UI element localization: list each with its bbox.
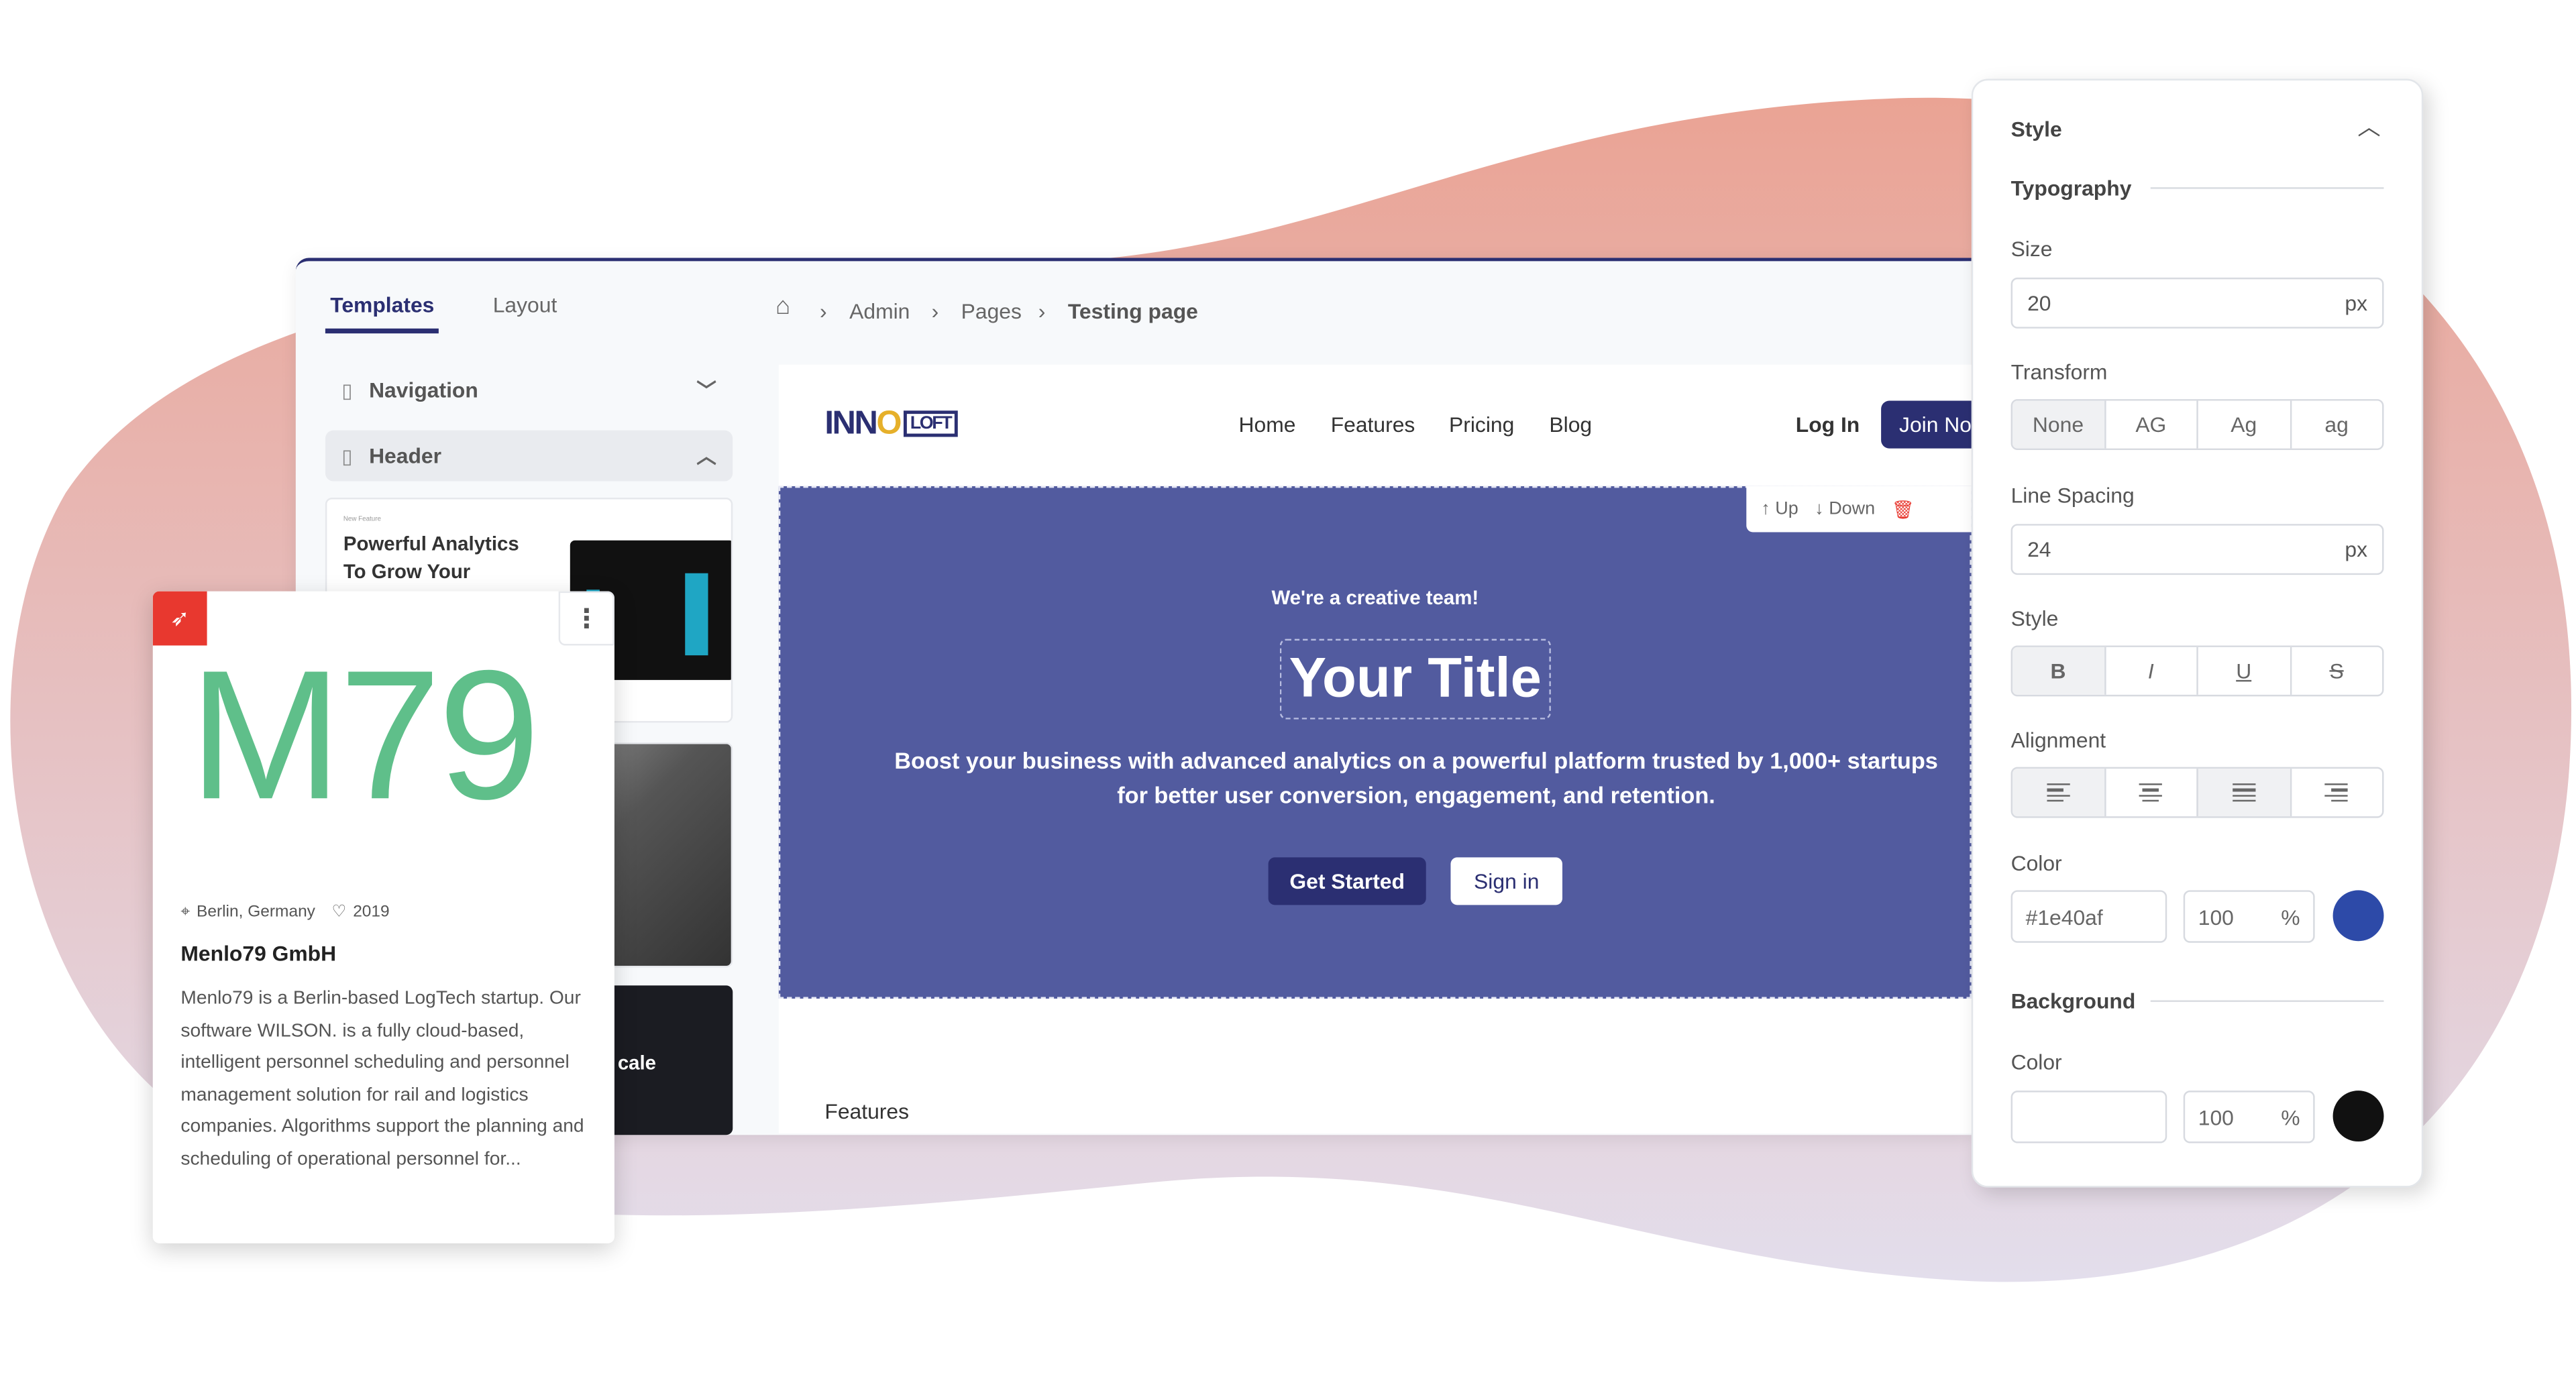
- company-card[interactable]: ➶ ⋮ M79 ⌖ Berlin, Germany ♡ 2019 Menlo79 G…: [152, 591, 614, 1243]
- section-header[interactable]: ▯ Header ︿: [325, 430, 733, 482]
- bg-color-swatch[interactable]: [2332, 1091, 2384, 1142]
- alignment-segmented: [2010, 767, 2384, 818]
- features-section-label: Features: [824, 1099, 910, 1124]
- nav-pricing[interactable]: Pricing: [1449, 412, 1514, 437]
- percent-label: %: [2281, 1104, 2300, 1129]
- company-founded: 2019: [353, 903, 390, 922]
- align-center-icon[interactable]: [2103, 769, 2196, 817]
- transform-lowercase[interactable]: ag: [2289, 400, 2382, 449]
- tab-layout[interactable]: Layout: [493, 292, 557, 317]
- join-now-button[interactable]: Join Now: [1881, 400, 1972, 449]
- down-label: Down: [1829, 499, 1876, 519]
- bg-opacity-value: 100: [2198, 1104, 2234, 1129]
- hero-section[interactable]: We're a creative team! Your Title Boost …: [778, 486, 1972, 999]
- line-spacing-label: Line Spacing: [2010, 483, 2135, 508]
- line-spacing-value: 24: [2027, 537, 2051, 562]
- active-tab-indicator: [325, 328, 439, 334]
- typography-heading: Typography: [2010, 176, 2132, 201]
- opacity-value: 100: [2198, 904, 2234, 929]
- underline-button[interactable]: U: [2196, 647, 2289, 695]
- chevron-right-icon: ›: [931, 298, 939, 324]
- panel-title: Style: [2010, 116, 2062, 142]
- tab-templates[interactable]: Templates: [330, 292, 434, 317]
- align-justify-icon[interactable]: [2196, 769, 2290, 817]
- style-panel: Style ︿ Typography Size 20 px Transform N…: [1971, 78, 2424, 1188]
- company-description: Menlo79 is a Berlin-based LogTech startu…: [180, 989, 584, 1169]
- company-location: Berlin, Germany: [196, 903, 315, 922]
- heartbeat-icon: ♡: [331, 903, 347, 922]
- section-label: Header: [369, 443, 442, 468]
- up-label: Up: [1775, 499, 1799, 519]
- hero-text: Boost your business with advanced analyt…: [894, 747, 1938, 808]
- style-segmented: B I U S: [2010, 645, 2384, 697]
- chevron-up-icon[interactable]: ︿: [2357, 110, 2380, 143]
- italic-button[interactable]: I: [2103, 647, 2196, 695]
- document-icon: ▯: [341, 444, 353, 467]
- breadcrumb-admin[interactable]: Admin: [849, 299, 910, 324]
- size-label: Size: [2010, 236, 2053, 262]
- thumbnail-title: cale: [617, 1051, 657, 1074]
- trash-icon[interactable]: 🗑: [1892, 498, 1915, 520]
- line-spacing-input[interactable]: 24 px: [2010, 524, 2384, 575]
- innoloft-logo: INNO LOFT: [824, 406, 958, 443]
- transform-uppercase[interactable]: AG: [2103, 400, 2196, 449]
- color-opacity-input[interactable]: 100%: [2183, 890, 2315, 943]
- transform-label: Transform: [2010, 359, 2108, 385]
- home-icon[interactable]: ⌂: [775, 292, 790, 321]
- get-started-button[interactable]: Get Started: [1268, 857, 1426, 905]
- location-pin-icon: ⌖: [180, 903, 191, 922]
- nav-blog[interactable]: Blog: [1549, 412, 1592, 437]
- percent-label: %: [2281, 904, 2300, 929]
- size-value: 20: [2027, 290, 2051, 316]
- chevron-down-icon[interactable]: ﹀: [696, 376, 716, 404]
- style-label: Style: [2010, 606, 2059, 631]
- section-label: Navigation: [369, 378, 478, 403]
- move-down-button[interactable]: ↓ Down: [1815, 499, 1875, 518]
- bg-color-label: Color: [2010, 1049, 2062, 1074]
- color-hex-value: #1e40af: [2025, 904, 2103, 929]
- company-meta: ⌖ Berlin, Germany ♡ 2019: [180, 903, 389, 922]
- hero-kicker: We're a creative team!: [1271, 586, 1479, 610]
- sign-in-button[interactable]: Sign in: [1450, 857, 1562, 905]
- nav-home[interactable]: Home: [1239, 412, 1296, 437]
- company-logo: M79: [189, 632, 541, 838]
- unit-label: px: [2345, 537, 2368, 562]
- chevron-up-icon[interactable]: ︿: [696, 442, 716, 470]
- document-icon: ▯: [341, 378, 353, 402]
- transform-segmented: None AG Ag ag: [2010, 399, 2384, 451]
- color-hex-input[interactable]: #1e40af: [2010, 890, 2167, 943]
- bg-color-hex-input[interactable]: [2010, 1091, 2167, 1143]
- bg-opacity-input[interactable]: 100%: [2183, 1091, 2315, 1143]
- arrow-down-icon: ↓: [1815, 499, 1824, 519]
- chevron-right-icon: ›: [1038, 298, 1046, 324]
- more-options-icon[interactable]: ⋮: [558, 591, 614, 646]
- thumbnail-kicker: New Feature: [343, 514, 381, 522]
- strikethrough-button[interactable]: S: [2289, 647, 2382, 695]
- unit-label: px: [2345, 290, 2368, 316]
- color-swatch[interactable]: [2332, 890, 2384, 942]
- background-heading: Background: [2010, 989, 2136, 1014]
- align-right-icon[interactable]: [2289, 769, 2382, 817]
- section-navigation[interactable]: ▯ Navigation ﹀: [325, 365, 733, 416]
- arrow-up-icon: ↑: [1761, 499, 1770, 519]
- company-name[interactable]: Menlo79 GmbH: [180, 941, 336, 966]
- color-label: Color: [2010, 850, 2062, 876]
- chevron-right-icon: ›: [820, 298, 827, 324]
- size-input[interactable]: 20 px: [2010, 277, 2384, 329]
- transform-capitalize[interactable]: Ag: [2196, 400, 2289, 449]
- block-toolbar: ↑ Up ↓ Down 🗑: [1746, 486, 1972, 533]
- thumbnail-title: Powerful Analytics To Grow Your: [343, 532, 519, 583]
- transform-none[interactable]: None: [2012, 400, 2104, 449]
- move-up-button[interactable]: ↑ Up: [1761, 499, 1798, 518]
- align-left-icon[interactable]: [2012, 769, 2104, 817]
- bold-button[interactable]: B: [2012, 647, 2104, 695]
- breadcrumb-current: Testing page: [1067, 298, 1198, 324]
- breadcrumb-pages[interactable]: Pages: [961, 299, 1022, 324]
- login-link[interactable]: Log In: [1796, 412, 1860, 437]
- alignment-label: Alignment: [2010, 727, 2106, 752]
- hero-title[interactable]: Your Title: [1279, 638, 1551, 720]
- nav-features[interactable]: Features: [1331, 412, 1415, 437]
